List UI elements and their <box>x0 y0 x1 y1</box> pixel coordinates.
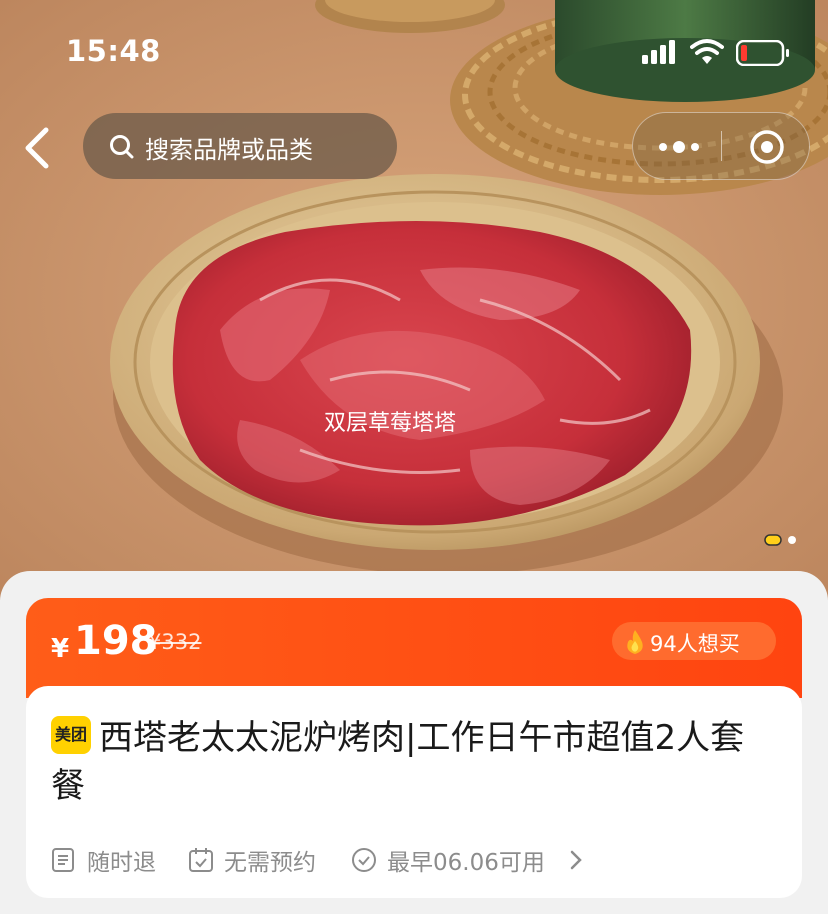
receipt-icon <box>52 848 74 872</box>
deal-title: 西塔老太太泥炉烤肉|工作日午市超值2人套餐 <box>51 718 745 806</box>
price-banner: ¥ 198 ¥332 94人想买 <box>26 598 802 698</box>
mini-program-capsule <box>632 112 810 180</box>
close-mini-program-icon[interactable] <box>749 129 785 165</box>
feature-earliest-date: 最早06.06可用 <box>351 841 591 877</box>
search-icon <box>110 135 134 159</box>
battery-icon <box>736 40 789 66</box>
feature-refund: 随时退 <box>51 841 191 877</box>
original-price: ¥332 <box>148 630 202 654</box>
calendar-check-icon <box>189 848 213 872</box>
back-arrow-icon[interactable] <box>20 126 60 170</box>
deal-features[interactable]: 随时退 无需预约 最早06.06可用 <box>51 841 771 877</box>
more-options-icon[interactable] <box>657 140 701 154</box>
carousel-indicator <box>764 534 796 546</box>
chevron-right-icon[interactable] <box>569 849 583 871</box>
cellular-signal-icon <box>642 40 675 64</box>
feature-label: 最早06.06可用 <box>387 850 545 876</box>
search-bar[interactable]: 搜索品牌或品类 <box>83 113 397 179</box>
current-price: 198 <box>74 618 158 664</box>
search-placeholder: 搜索品牌或品类 <box>145 136 313 164</box>
status-bar: 15:48 <box>0 0 828 100</box>
clock: 15:48 <box>66 34 161 68</box>
feature-no-reservation: 无需预约 <box>188 841 338 877</box>
image-caption: 双层草莓塔塔 <box>323 411 456 436</box>
wifi-icon <box>690 39 724 64</box>
flame-icon <box>627 630 643 654</box>
capsule-divider <box>721 131 722 161</box>
feature-label: 随时退 <box>87 850 156 876</box>
currency-symbol: ¥ <box>51 634 70 664</box>
check-circle-icon <box>352 848 376 872</box>
wants-count: 94人想买 <box>650 632 740 656</box>
wants-to-buy-badge: 94人想买 <box>612 622 776 660</box>
deal-info: 美团 西塔老太太泥炉烤肉|工作日午市超值2人套餐 随时退 无需预约 最早06.0… <box>26 686 802 898</box>
feature-label: 无需预约 <box>224 850 316 876</box>
